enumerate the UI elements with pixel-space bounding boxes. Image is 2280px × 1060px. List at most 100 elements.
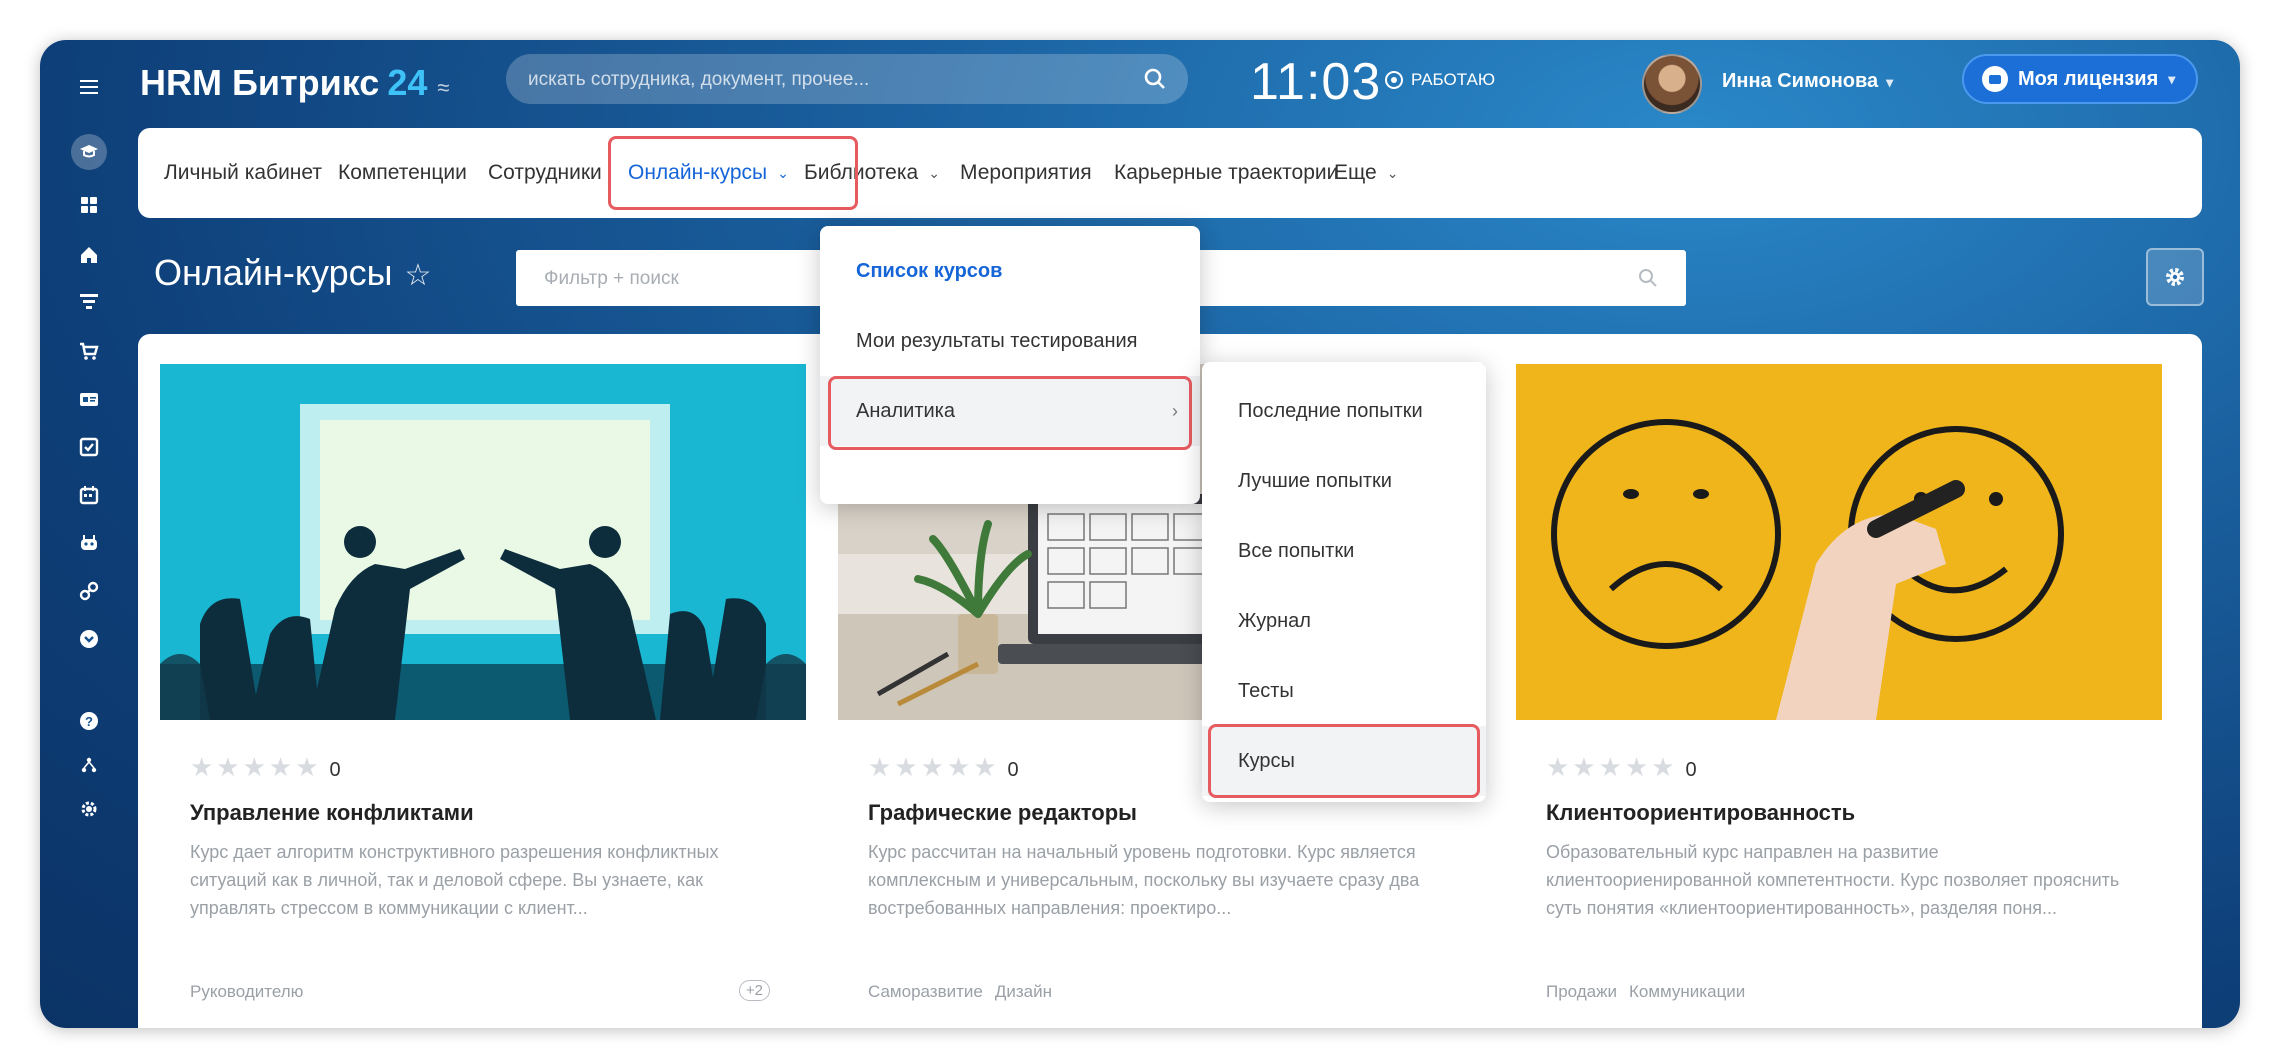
menu-item-label: Лучшие попытки [1238,469,1392,492]
nav-item-employees[interactable]: Сотрудники [488,128,602,218]
more-circle-icon[interactable] [74,624,104,654]
menu-item-label: Мои результаты тестирования [856,329,1138,352]
filter-icon[interactable] [74,286,104,316]
chevron-down-icon: ⌄ [928,164,940,181]
tasks-icon[interactable] [74,432,104,462]
course-tag[interactable]: Дизайн [995,982,1052,1001]
menu-item-label: Тесты [1238,679,1294,702]
course-description: Курс рассчитан на начальный уровень подг… [868,842,1420,918]
home-icon[interactable] [74,240,104,270]
course-title[interactable]: Графические редакторы [868,800,1137,826]
robot-icon[interactable] [74,528,104,558]
more-tags-badge[interactable]: +2 [738,980,770,1001]
page-title-text: Онлайн-курсы [154,252,393,293]
menu-item-course-list[interactable]: Список курсов [820,236,1200,306]
rating: ★★★★★ 0 [1546,752,1697,783]
app-name-suffix: 24 [387,62,428,103]
course-tag[interactable]: Саморазвитие [868,982,983,1001]
menu-item-label: Список курсов [856,259,1003,282]
clock: 11:03 [1250,53,1382,111]
settings-icon[interactable] [74,794,104,824]
work-status[interactable]: РАБОТАЮ [1385,70,1495,90]
course-tags: Саморазвитие Дизайн [868,982,1064,1002]
course-tag[interactable]: Коммуникации [1629,982,1745,1001]
submenu-item-tests[interactable]: Тесты [1202,656,1486,726]
course-card[interactable]: ★★★★★ 0 Клиентоориентированность Образова… [1516,364,2162,1028]
course-description: Образовательный курс направлен на развит… [1546,842,2120,918]
highlight-frame [828,376,1192,450]
global-search-input[interactable] [526,54,1130,106]
grid-icon[interactable] [74,190,104,220]
user-name: Инна Симонова [1722,70,1879,92]
contact-card-icon[interactable] [74,384,104,414]
structure-icon[interactable] [74,750,104,780]
theme-switch-icon[interactable]: ≈ [437,75,449,100]
course-description: Курс дает алгоритм конструктивного разре… [190,842,719,918]
submenu-item-all-attempts[interactable]: Все попытки [1202,516,1486,586]
nav-label: Сотрудники [488,161,602,184]
course-title[interactable]: Клиентоориентированность [1546,800,1855,826]
menu-item-label: Последние попытки [1238,399,1423,422]
gear-icon [2166,268,2184,286]
nav-item-more[interactable]: Еще ⌄ [1334,128,1398,218]
online-courses-dropdown: Список курсов Мои результаты тестировани… [820,226,1200,504]
avatar[interactable] [1642,54,1702,114]
course-card[interactable]: ★★★★★ 0 Управление конфликтами Курс дает … [160,364,806,1028]
user-menu[interactable]: Инна Симонова ▾ [1722,70,1893,93]
rating-value: 0 [1007,759,1019,781]
help-icon[interactable]: ? [74,706,104,736]
nav-item-competencies[interactable]: Компетенции [338,128,467,218]
submenu-item-best-attempts[interactable]: Лучшие попытки [1202,446,1486,516]
top-header: HRM Битрикс24 ≈ 11:03 РАБОТАЮ Инна Симоно… [40,40,2240,128]
nav-item-events[interactable]: Мероприятия [960,128,1092,218]
highlight-frame [608,136,858,210]
main-nav: Личный кабинет Компетенции Сотрудники Он… [138,128,2202,218]
app-name: HRM Битрикс [140,62,380,103]
nav-label: Еще [1334,161,1377,184]
education-icon[interactable] [71,134,107,170]
submenu-item-journal[interactable]: Журнал [1202,586,1486,656]
course-image-client-focus [1516,364,2162,720]
search-icon[interactable] [1142,66,1168,92]
left-rail: ? [40,40,138,1028]
star-icon[interactable]: ☆ [405,259,432,292]
global-search [506,54,1188,106]
course-tag[interactable]: Продажи [1546,982,1617,1001]
app-logo[interactable]: HRM Битрикс 24 ≈ [140,62,449,104]
analytics-submenu: Последние попытки Лучшие попытки Все поп… [1202,362,1486,802]
menu-item-label: Все попытки [1238,539,1355,562]
chevron-down-icon: ▾ [2168,70,2176,87]
rating: ★★★★★ 0 [868,752,1019,783]
cart-icon[interactable] [74,336,104,366]
rating: ★★★★★ 0 [190,752,341,783]
menu-item-my-test-results[interactable]: Мои результаты тестирования [820,306,1200,376]
course-image-conflicts [160,364,806,720]
course-tag[interactable]: Руководителю [190,982,303,1001]
license-label: Моя лицензия [2018,67,2159,90]
chevron-down-icon: ⌄ [1386,164,1399,181]
chevron-down-icon: ▾ [1886,74,1894,90]
nav-label: Мероприятия [960,161,1092,184]
menu-item-label: Журнал [1238,609,1311,632]
highlight-frame [1208,724,1480,798]
work-status-label: РАБОТАЮ [1411,70,1496,89]
nav-label: Личный кабинет [164,161,322,184]
nav-item-career[interactable]: Карьерные траектории [1114,128,1338,218]
svg-text:?: ? [85,714,93,729]
sites-icon[interactable] [74,576,104,606]
rating-stars: ★★★★★ [868,752,1000,782]
page-title: Онлайн-курсы ☆ [154,252,431,294]
rating-stars: ★★★★★ [1546,752,1678,782]
app-window: ? HRM Битрикс24 ≈ 11:03 РАБОТАЮ Инна Симо… [40,40,2240,1028]
rating-value: 0 [329,759,341,781]
license-button[interactable]: Моя лицензия ▾ [1962,54,2198,104]
course-title[interactable]: Управление конфликтами [190,800,474,826]
search-icon[interactable] [1636,266,1660,290]
course-tags: Продажи Коммуникации [1546,982,1757,1002]
page-settings-button[interactable] [2146,248,2204,306]
nav-item-personal[interactable]: Личный кабинет [164,128,322,218]
calendar-icon[interactable] [74,480,104,510]
work-status-icon [1385,71,1403,89]
submenu-item-last-attempts[interactable]: Последние попытки [1202,376,1486,446]
nav-label: Карьерные траектории [1114,161,1339,184]
